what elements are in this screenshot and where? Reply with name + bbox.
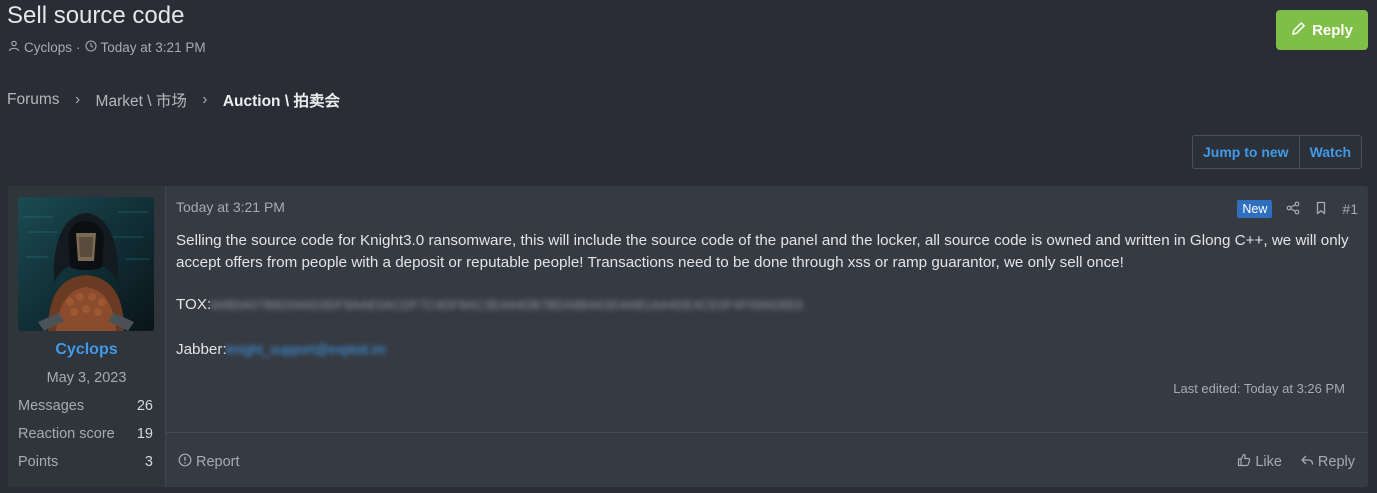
reply-button[interactable]: Reply bbox=[1276, 10, 1368, 50]
post-date[interactable]: Today at 3:21 PM bbox=[176, 199, 285, 215]
tox-value: 8AB0A07B8204AD3DF9AAE0ACDF7C4DF8AC3EA64D… bbox=[211, 297, 804, 312]
stat-label: Points bbox=[18, 454, 59, 470]
post-actions: New #1 bbox=[1237, 200, 1358, 218]
post-body: Selling the source code for Knight3.0 ra… bbox=[176, 230, 1351, 274]
breadcrumb: Forums › Market \ 市场 › Auction \ 拍卖会 bbox=[7, 89, 340, 111]
last-edited: Last edited: Today at 3:26 PM bbox=[1173, 381, 1345, 396]
thread-page: Sell source code Cyclops · Today at 3:21… bbox=[0, 0, 1377, 493]
reply-arrow-icon bbox=[1300, 453, 1314, 471]
reply-label: Reply bbox=[1317, 454, 1355, 470]
breadcrumb-auction[interactable]: Auction \ 拍卖会 bbox=[223, 89, 340, 111]
like-button[interactable]: Like bbox=[1237, 453, 1282, 471]
jabber-label: Jabber: bbox=[176, 341, 227, 358]
post-footer: Report Like Reply bbox=[166, 432, 1368, 470]
thread-action-group: Jump to new Watch bbox=[1192, 135, 1363, 169]
bookmark-icon[interactable] bbox=[1314, 201, 1328, 218]
tox-line: TOX: 8AB0A07B8204AD3DF9AAE0ACDF7C4DF8AC3… bbox=[176, 296, 803, 313]
jabber-link[interactable]: knight_support@exploit.im bbox=[227, 342, 386, 357]
post-footer-actions: Like Reply bbox=[1237, 453, 1355, 471]
clock-icon bbox=[84, 40, 97, 55]
like-label: Like bbox=[1255, 454, 1282, 470]
avatar[interactable] bbox=[18, 197, 154, 331]
report-button[interactable]: Report bbox=[178, 453, 240, 471]
chevron-right-icon: › bbox=[202, 91, 208, 108]
post-content: Today at 3:21 PM New #1 Selling the sour… bbox=[166, 186, 1368, 487]
stat-messages: Messages 26 bbox=[18, 398, 153, 414]
share-icon[interactable] bbox=[1286, 201, 1300, 218]
reply-button-label: Reply bbox=[1312, 21, 1353, 39]
thread-author[interactable]: Cyclops bbox=[24, 40, 72, 55]
stat-value: 19 bbox=[136, 426, 153, 442]
thread-title: Sell source code bbox=[7, 2, 185, 29]
tox-label: TOX: bbox=[176, 296, 212, 313]
pencil-icon bbox=[1291, 21, 1306, 40]
watch-button[interactable]: Watch bbox=[1298, 136, 1361, 168]
report-icon bbox=[178, 453, 192, 471]
stat-points: Points 3 bbox=[18, 454, 153, 470]
post-reply-button[interactable]: Reply bbox=[1300, 453, 1355, 471]
report-label: Report bbox=[196, 454, 240, 470]
post-username[interactable]: Cyclops bbox=[8, 341, 165, 359]
stat-value: 26 bbox=[136, 398, 153, 414]
stat-value: 3 bbox=[144, 454, 153, 470]
meta-separator: · bbox=[76, 40, 81, 55]
stat-reaction-score: Reaction score 19 bbox=[18, 426, 153, 442]
post: Cyclops May 3, 2023 Messages 26 Reaction… bbox=[8, 186, 1368, 487]
thumbs-up-icon bbox=[1237, 453, 1251, 471]
chevron-right-icon: › bbox=[74, 91, 81, 108]
post-user-pane: Cyclops May 3, 2023 Messages 26 Reaction… bbox=[8, 186, 166, 487]
post-number[interactable]: #1 bbox=[1342, 201, 1358, 217]
breadcrumb-forums[interactable]: Forums bbox=[7, 91, 60, 109]
jabber-line: Jabber: knight_support@exploit.im bbox=[176, 341, 386, 358]
breadcrumb-market[interactable]: Market \ 市场 bbox=[96, 89, 187, 111]
post-text: Selling the source code for Knight3.0 ra… bbox=[176, 232, 1349, 271]
stat-label: Messages bbox=[18, 398, 85, 414]
jump-to-new-button[interactable]: Jump to new bbox=[1193, 136, 1299, 168]
stat-label: Reaction score bbox=[18, 426, 115, 442]
new-badge: New bbox=[1237, 200, 1273, 218]
join-date: May 3, 2023 bbox=[46, 370, 127, 386]
thread-meta: Cyclops · Today at 3:21 PM bbox=[8, 40, 206, 55]
thread-date[interactable]: Today at 3:21 PM bbox=[101, 40, 206, 55]
user-icon bbox=[8, 40, 20, 55]
